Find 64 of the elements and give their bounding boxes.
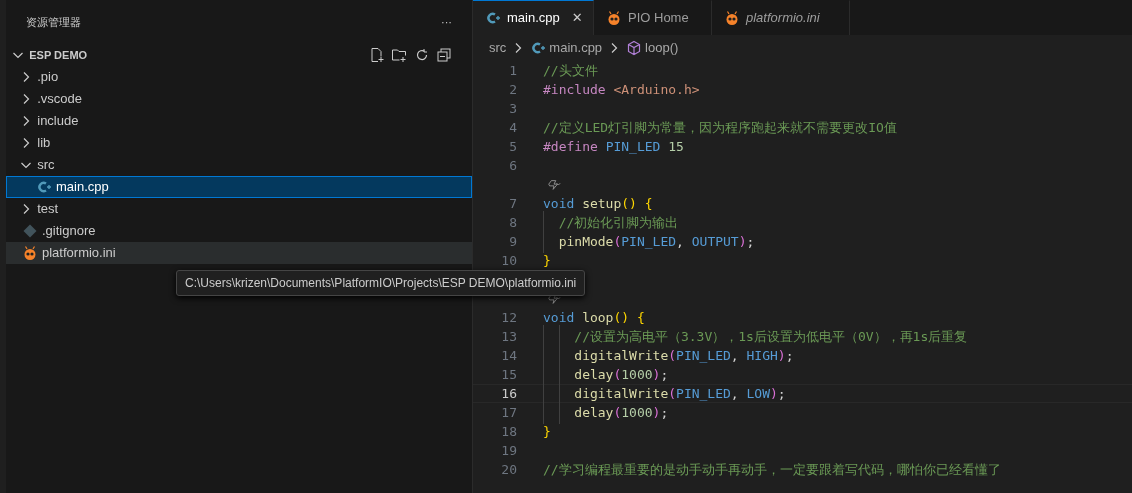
line-number: 2	[508, 80, 518, 99]
code-line: delay(1000);	[573, 366, 669, 382]
line-number: 18	[500, 422, 518, 441]
cube-icon	[626, 40, 643, 56]
code-line: #define PIN_LED 15	[543, 138, 684, 154]
folder-item[interactable]: src	[6, 154, 472, 176]
folder-item[interactable]: .pio	[6, 66, 472, 88]
alien-head-icon	[22, 245, 38, 261]
line-number: 16	[500, 384, 518, 403]
cpp-file-icon	[485, 10, 501, 26]
folder-item[interactable]: test	[6, 198, 472, 220]
breadcrumb-item[interactable]: loop()	[645, 38, 679, 58]
code-line: pinMode(PIN_LED, OUTPUT);	[557, 233, 755, 249]
line-number: 1	[508, 61, 518, 80]
code-line: }	[543, 252, 551, 268]
line-number: 4	[508, 118, 518, 137]
line-number: 3	[508, 99, 518, 118]
line-number: 5	[508, 137, 518, 156]
alien-head-icon	[724, 10, 740, 26]
line-number: 19	[500, 441, 518, 460]
project-title[interactable]: ESP DEMO	[29, 46, 88, 64]
line-number: 7	[508, 194, 518, 213]
sidebar-title: 资源管理器	[26, 14, 81, 30]
code-line: delay(1000);	[573, 404, 669, 420]
code-line: void setup() {	[543, 195, 653, 211]
line-number: 13	[500, 327, 518, 346]
code-line: digitalWrite(PIN_LED, HIGH);	[573, 347, 794, 363]
line-number: 9	[508, 232, 518, 251]
cpp-file-icon	[530, 40, 547, 56]
line-number: 10	[500, 251, 518, 270]
line-number: 15	[500, 365, 518, 384]
tooltip: C:\Users\krizen\Documents\PlatformIO\Projects\ESP DEMO\platformio.ini	[176, 270, 586, 296]
line-number: 17	[500, 403, 518, 422]
close-button[interactable]: ✕	[569, 8, 585, 28]
editor-tab[interactable]: main.cpp ✕	[473, 0, 594, 35]
new-file-icon[interactable]	[368, 47, 385, 63]
file-item[interactable]: platformio.ini	[6, 242, 472, 264]
new-folder-icon[interactable]	[391, 47, 407, 63]
alien-head-icon	[606, 10, 622, 26]
more-actions-button[interactable]: ···	[441, 13, 452, 31]
code-line: //头文件	[543, 62, 598, 78]
folder-item[interactable]: include	[6, 110, 472, 132]
line-number: 20	[500, 460, 518, 479]
collapse-all-icon[interactable]	[436, 47, 452, 63]
code-line: //学习编程最重要的是动手动手再动手，一定要跟着写代码，哪怕你已经看懂了	[543, 461, 1001, 477]
line-number: 6	[508, 156, 518, 175]
line-number: 8	[508, 213, 518, 232]
file-item[interactable]: .gitignore	[6, 220, 472, 242]
folder-item[interactable]: lib	[6, 132, 472, 154]
code-line: void loop() {	[543, 309, 645, 325]
cpp-file-icon	[36, 179, 52, 195]
breadcrumb-item[interactable]: src	[489, 38, 507, 58]
diamond-file-icon	[22, 223, 38, 239]
code-line: //设置为高电平（3.3V），1s后设置为低电平（0V），再1s后重复	[573, 328, 968, 344]
code-line: #include <Arduino.h>	[543, 81, 700, 97]
file-item[interactable]: main.cpp	[6, 176, 472, 198]
code-line: //初始化引脚为输出	[557, 214, 679, 230]
line-number: 14	[500, 346, 518, 365]
code-line: //定义LED灯引脚为常量，因为程序跑起来就不需要更改IO值	[543, 119, 897, 135]
code-line: }	[543, 423, 551, 439]
line-number: 12	[500, 308, 518, 327]
breadcrumb-item[interactable]: main.cpp	[549, 38, 603, 58]
code-line: digitalWrite(PIN_LED, LOW);	[573, 385, 786, 401]
folder-item[interactable]: .vscode	[6, 88, 472, 110]
